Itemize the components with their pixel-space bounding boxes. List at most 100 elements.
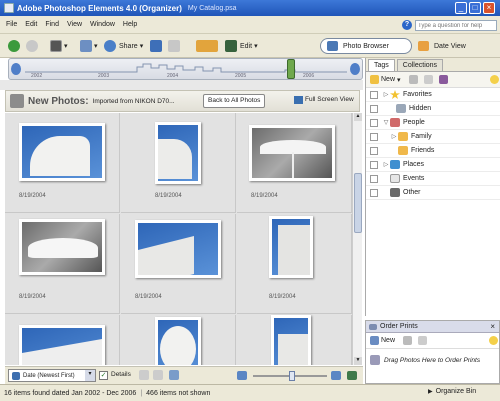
- rotate-right-icon[interactable]: [168, 40, 180, 52]
- menu-view[interactable]: View: [67, 21, 82, 28]
- details-checkbox[interactable]: ✓: [99, 371, 108, 380]
- tag-checkbox[interactable]: [370, 188, 378, 197]
- photo-thumbnail[interactable]: [135, 220, 221, 278]
- rotate-left-icon[interactable]: [150, 40, 162, 52]
- tag-checkbox[interactable]: [370, 132, 378, 141]
- delete-icon[interactable]: [408, 75, 418, 84]
- rotate-right-icon[interactable]: [153, 370, 163, 380]
- tag-checkbox[interactable]: [370, 174, 378, 183]
- photo-thumbnail[interactable]: [19, 219, 105, 275]
- new-order-button[interactable]: New: [381, 337, 395, 344]
- fix-photo-icon[interactable]: [196, 40, 218, 52]
- tag-row-people[interactable]: ▽ People: [366, 116, 500, 130]
- lightbulb-icon[interactable]: [489, 336, 499, 345]
- timeline-year-2002[interactable]: 2002: [31, 73, 42, 79]
- create-icon[interactable]: [80, 40, 92, 52]
- tag-checkbox[interactable]: [370, 118, 378, 127]
- new-tag-icon[interactable]: [370, 75, 379, 84]
- chevron-down-icon[interactable]: ▾: [397, 76, 401, 84]
- menu-find[interactable]: Find: [45, 21, 59, 28]
- photo-thumbnail[interactable]: [155, 317, 201, 365]
- photo-browser-button[interactable]: Photo Browser: [320, 38, 412, 54]
- photo-thumbnail[interactable]: [19, 123, 105, 181]
- date-view-button[interactable]: Date View: [418, 39, 496, 53]
- photo-thumbnail[interactable]: [155, 122, 201, 184]
- tab-collections[interactable]: Collections: [396, 59, 444, 71]
- edit-button[interactable]: Edit ▾: [225, 39, 258, 53]
- photo-thumbnail[interactable]: [19, 325, 105, 365]
- tag-row-other[interactable]: Other: [366, 186, 500, 200]
- zoom-slider-handle[interactable]: [289, 371, 295, 381]
- collapse-icon[interactable]: ▽: [382, 119, 390, 126]
- single-photo-icon[interactable]: [347, 371, 357, 380]
- tag-row-events[interactable]: Events: [366, 172, 500, 186]
- photo-cell[interactable]: 8/19/2004: [237, 113, 352, 213]
- stack-icon[interactable]: [169, 370, 179, 380]
- tag-checkbox[interactable]: [370, 90, 378, 99]
- lightbulb-icon[interactable]: [489, 75, 499, 84]
- scroll-up-icon[interactable]: ▲: [354, 113, 362, 121]
- close-icon[interactable]: ×: [490, 322, 495, 331]
- timeline[interactable]: 2002 2003 2004 2005 2006: [8, 58, 363, 80]
- tab-tags[interactable]: Tags: [368, 59, 395, 71]
- expand-icon[interactable]: ▷: [382, 91, 390, 98]
- small-thumbnails-icon[interactable]: [237, 371, 247, 380]
- photo-cell[interactable]: [237, 315, 352, 365]
- sort-order-select[interactable]: Date (Newest First) ▾: [8, 369, 96, 382]
- expand-icon[interactable]: ▷: [382, 161, 390, 168]
- tag-checkbox[interactable]: [370, 104, 378, 113]
- full-screen-view-link[interactable]: Full Screen View: [305, 96, 354, 103]
- camera-import-icon[interactable]: [50, 40, 62, 52]
- timeline-left-arrow-icon[interactable]: [11, 63, 21, 75]
- help-icon[interactable]: ?: [402, 20, 412, 30]
- forward-arrow-icon[interactable]: [26, 40, 38, 52]
- photo-thumbnail[interactable]: [249, 125, 335, 181]
- menu-window[interactable]: Window: [90, 21, 115, 28]
- minimize-button[interactable]: _: [455, 2, 467, 14]
- menu-edit[interactable]: Edit: [25, 21, 37, 28]
- tag-checkbox[interactable]: [370, 160, 378, 169]
- photo-cell[interactable]: [5, 315, 120, 365]
- new-tag-button[interactable]: New: [381, 76, 395, 83]
- help-search-input[interactable]: [415, 20, 497, 31]
- timeline-year-2006[interactable]: 2006: [303, 73, 314, 79]
- close-button[interactable]: ×: [483, 2, 495, 14]
- maximize-button[interactable]: □: [469, 2, 481, 14]
- photo-thumbnail[interactable]: [271, 315, 311, 365]
- back-arrow-icon[interactable]: [8, 40, 20, 52]
- tag-row-favorites[interactable]: ▷ Favorites: [366, 88, 500, 102]
- timeline-right-arrow-icon[interactable]: [350, 63, 360, 75]
- scrollbar-thumb[interactable]: [354, 173, 362, 233]
- tag-row-friends[interactable]: Friends: [366, 144, 500, 158]
- photo-cell[interactable]: 8/19/2004: [5, 214, 120, 314]
- tag-row-family[interactable]: ▷ Family: [366, 130, 500, 144]
- rotate-left-icon[interactable]: [139, 370, 149, 380]
- edit-order-icon[interactable]: [418, 336, 428, 345]
- timeline-year-2004[interactable]: 2004: [167, 73, 178, 79]
- tag-row-places[interactable]: ▷ Places: [366, 158, 500, 172]
- share-button[interactable]: Share ▾: [104, 39, 143, 53]
- order-prints-drop-area[interactable]: Drag Photos Here to Order Prints: [366, 349, 499, 371]
- edit-tag-icon[interactable]: [423, 75, 433, 84]
- new-order-icon[interactable]: [370, 336, 379, 345]
- menu-file[interactable]: File: [6, 21, 17, 28]
- photo-cell[interactable]: 8/19/2004: [237, 214, 352, 314]
- tag-checkbox[interactable]: [370, 146, 378, 155]
- chevron-down-icon[interactable]: ▾: [64, 42, 68, 50]
- back-to-all-photos-button[interactable]: Back to All Photos: [203, 94, 266, 108]
- menu-help[interactable]: Help: [123, 21, 137, 28]
- chevron-down-icon[interactable]: ▾: [94, 42, 98, 50]
- delete-icon[interactable]: [403, 336, 413, 345]
- timeline-year-2003[interactable]: 2003: [98, 73, 109, 79]
- tag-row-hidden[interactable]: Hidden: [366, 102, 500, 116]
- large-thumbnails-icon[interactable]: [331, 371, 341, 380]
- photo-grid-scrollbar[interactable]: ▲ ▼: [352, 113, 362, 365]
- scroll-down-icon[interactable]: ▼: [354, 357, 362, 365]
- expand-icon[interactable]: ▷: [390, 133, 398, 140]
- organize-bin-toggle[interactable]: ▶ Organize Bin: [428, 388, 476, 395]
- full-screen-icon[interactable]: [294, 96, 303, 104]
- find-faces-icon[interactable]: [438, 75, 448, 84]
- photo-cell[interactable]: [121, 315, 236, 365]
- photo-cell[interactable]: 8/19/2004: [5, 113, 120, 213]
- timeline-marker[interactable]: [287, 59, 295, 79]
